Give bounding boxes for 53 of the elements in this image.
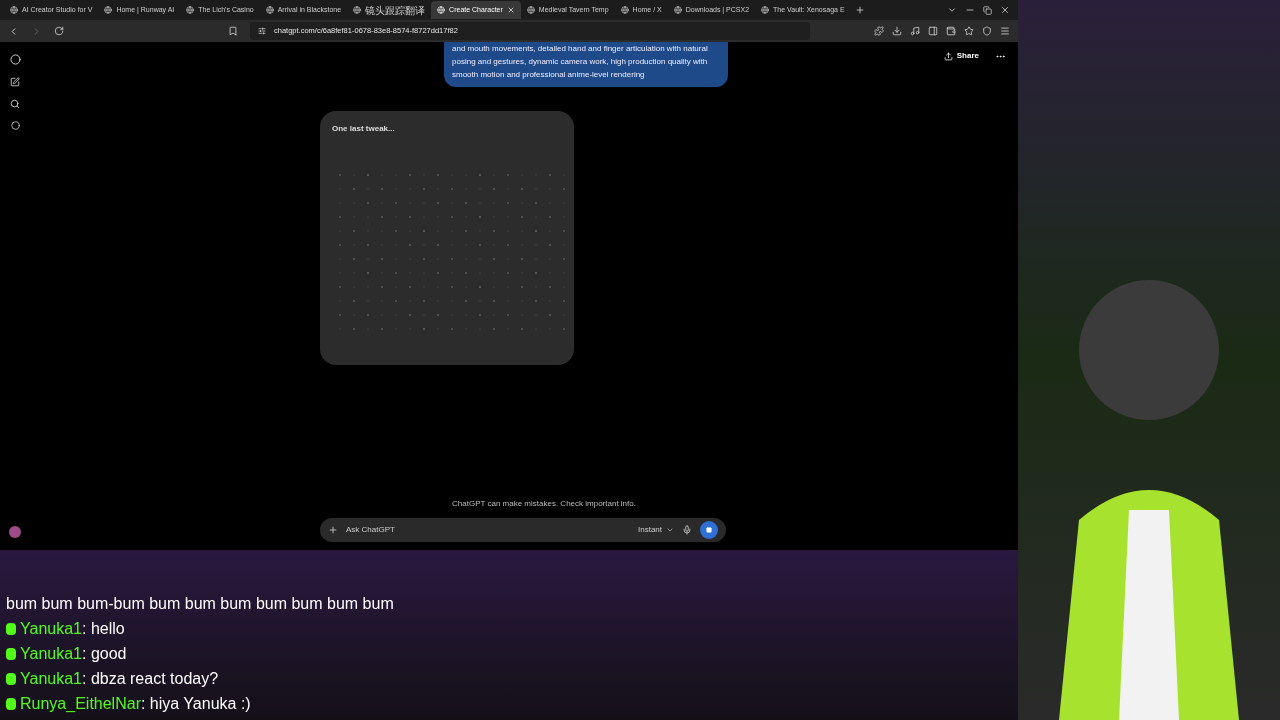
tab-favicon-icon xyxy=(353,6,362,14)
mic-icon[interactable] xyxy=(682,525,692,535)
platform-icon xyxy=(6,672,16,685)
platform-icon xyxy=(6,697,16,710)
shield-icon[interactable] xyxy=(982,26,992,36)
browser-tab[interactable]: 镜头跟踪翻译 xyxy=(347,1,432,19)
platform-icon xyxy=(6,622,16,635)
reload-icon[interactable] xyxy=(54,26,64,36)
close-icon[interactable] xyxy=(1000,5,1010,15)
new-tab-icon[interactable] xyxy=(854,5,865,15)
model-selector[interactable]: Instant xyxy=(638,524,674,536)
composer-placeholder: Ask ChatGPT xyxy=(346,524,395,536)
tab-favicon-icon xyxy=(186,6,195,14)
tab-favicon-icon xyxy=(104,6,113,14)
chat-message: bum bum bum-bum bum bum bum bum bum bum bum xyxy=(6,594,394,614)
image-card-title: One last tweak... xyxy=(332,123,396,135)
tab-favicon-icon xyxy=(437,6,446,14)
chat-message: Runya_EithelNar: hiya Yanuka :) xyxy=(20,694,251,714)
tab-favicon-icon xyxy=(620,6,629,14)
menu-icon[interactable] xyxy=(1000,26,1010,36)
share-icon xyxy=(943,51,953,61)
disclaimer: ChatGPT can make mistakes. Check important info. xyxy=(452,498,636,510)
circle-icon[interactable] xyxy=(10,121,20,130)
avatar[interactable] xyxy=(9,526,21,538)
tab-favicon-icon xyxy=(761,6,770,14)
tab-favicon-icon xyxy=(265,6,274,14)
stop-button[interactable] xyxy=(700,521,718,539)
extensions-icon[interactable] xyxy=(874,26,884,36)
stop-icon xyxy=(706,527,712,533)
tab-favicon-icon xyxy=(673,6,682,14)
restore-icon[interactable] xyxy=(983,5,992,15)
download-icon[interactable] xyxy=(892,26,902,36)
user-message: and mouth movements, detailed hand and finger articulation with natural posing and gestures, dynamic camera work, high production quality with smooth motion and professional anime-level rendering xyxy=(444,42,728,87)
chat-message: Yanuka1: hello xyxy=(20,619,125,639)
music-icon[interactable] xyxy=(910,26,920,36)
new-chat-icon[interactable] xyxy=(10,77,20,87)
tab-favicon-icon xyxy=(526,6,535,14)
chat-message: Yanuka1: dbza react today? xyxy=(20,669,219,689)
sidebar-icon[interactable] xyxy=(928,26,938,36)
bookmark-icon[interactable] xyxy=(228,26,238,36)
platform-icon xyxy=(6,647,16,660)
close-icon[interactable] xyxy=(506,6,515,14)
share-button[interactable]: Share xyxy=(943,50,979,62)
search-icon[interactable] xyxy=(10,99,20,109)
add-icon[interactable] xyxy=(328,525,338,535)
logo-icon[interactable] xyxy=(9,54,21,65)
composer-field[interactable]: Ask ChatGPT Instant xyxy=(320,518,726,542)
chat-message: Yanuka1: good xyxy=(20,644,127,664)
wallet-icon[interactable] xyxy=(946,26,956,36)
tab-list-icon[interactable] xyxy=(947,5,957,15)
star-icon[interactable] xyxy=(964,26,974,36)
tab-favicon-icon xyxy=(10,6,18,14)
caret-icon xyxy=(666,526,674,534)
